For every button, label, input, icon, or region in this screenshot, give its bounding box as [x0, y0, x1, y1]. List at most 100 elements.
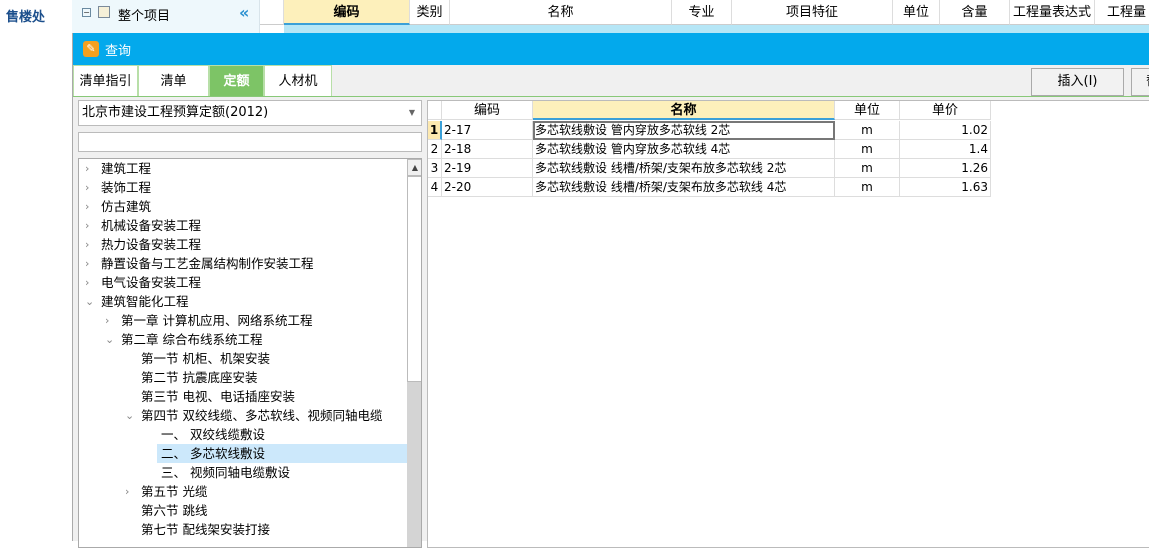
- tree-node[interactable]: ⌄ 第二章 综合布线系统工程: [79, 330, 407, 349]
- header-expression[interactable]: 工程量表达式: [1010, 0, 1095, 25]
- tree-node-label: 第一节 机柜、机架安装: [141, 351, 270, 366]
- tree-node[interactable]: › 机械设备安装工程: [79, 216, 407, 235]
- scroll-thumb[interactable]: [407, 176, 421, 382]
- cell-code[interactable]: 2-20: [442, 178, 533, 197]
- chevron-down-icon[interactable]: ⌄: [105, 330, 114, 349]
- cell-code[interactable]: 2-19: [442, 159, 533, 178]
- chevron-right-icon[interactable]: ›: [85, 273, 89, 292]
- row-number[interactable]: 1: [428, 121, 442, 140]
- header-specialty[interactable]: 专业: [672, 0, 732, 25]
- tree-node[interactable]: › 建筑工程: [79, 159, 407, 178]
- tree-node[interactable]: 第二节 抗震底座安装: [79, 368, 407, 387]
- search-input[interactable]: [78, 132, 422, 152]
- collapse-toggle[interactable]: −: [82, 8, 91, 17]
- query-dialog: ✎ 查询 清单指引 清单 定额 人材机 插入(I) 替 北京市建设工程预算定额(…: [72, 33, 1149, 548]
- tree-node-label: 第七节 配线架安装打接: [141, 522, 270, 537]
- row-num-header: [260, 0, 284, 25]
- project-root[interactable]: 整个项目: [118, 5, 170, 24]
- cell-name[interactable]: 多芯软线敷设 管内穿放多芯软线 4芯: [533, 140, 835, 159]
- cell-code[interactable]: 2-18: [442, 140, 533, 159]
- cell-name[interactable]: 多芯软线敷设 线槽/桥架/支架布放多芯软线 2芯: [533, 159, 835, 178]
- cell-unit[interactable]: m: [835, 178, 900, 197]
- tree-node-label: 仿古建筑: [101, 199, 152, 214]
- chevron-right-icon[interactable]: ›: [85, 235, 89, 254]
- tree-node-label: 第六节 跳线: [141, 503, 208, 518]
- app-logo-icon: ✎: [83, 41, 99, 57]
- tree-node[interactable]: › 第五节 光缆: [79, 482, 407, 501]
- quota-grid: 编码 名称 单位 单价 1 2-17 多芯软线敷设 管内穿放多芯软线 2芯 m 1.02 2 2-1…: [427, 100, 1149, 548]
- chevron-right-icon[interactable]: ›: [85, 197, 89, 216]
- tree-node[interactable]: › 第一章 计算机应用、网络系统工程: [79, 311, 407, 330]
- chevron-down-icon: ▼: [408, 108, 415, 117]
- tree-node[interactable]: ⌄ 第四节 双绞线缆、多芯软线、视频同轴电缆: [79, 406, 407, 425]
- tree-node[interactable]: 三、 视频同轴电缆敷设: [79, 463, 407, 482]
- divider: [73, 96, 1149, 97]
- grid-header-unit[interactable]: 单位: [835, 101, 900, 120]
- dialog-title-bar[interactable]: ✎ 查询: [73, 33, 1149, 65]
- scroll-up-icon[interactable]: ▲: [407, 159, 421, 176]
- header-type[interactable]: 类别: [410, 0, 450, 25]
- cell-price[interactable]: 1.26: [900, 159, 991, 178]
- header-content[interactable]: 含量: [940, 0, 1010, 25]
- tree-node[interactable]: › 仿古建筑: [79, 197, 407, 216]
- tree-node[interactable]: › 装饰工程: [79, 178, 407, 197]
- tree-node[interactable]: › 热力设备安装工程: [79, 235, 407, 254]
- grid-header-name[interactable]: 名称: [533, 101, 835, 120]
- cell-unit[interactable]: m: [835, 159, 900, 178]
- header-quantity[interactable]: 工程量: [1095, 0, 1149, 25]
- collapse-panel-icon[interactable]: «: [239, 3, 249, 22]
- row-number[interactable]: 4: [428, 178, 442, 197]
- dialog-title: 查询: [105, 44, 132, 59]
- tree-node-label: 第二节 抗震底座安装: [141, 370, 258, 385]
- chevron-right-icon[interactable]: ›: [85, 216, 89, 235]
- header-feature[interactable]: 项目特征: [732, 0, 893, 25]
- insert-button[interactable]: 插入(I): [1031, 68, 1124, 96]
- chevron-down-icon[interactable]: ⌄: [85, 292, 94, 311]
- replace-button[interactable]: 替: [1131, 68, 1149, 96]
- cell-price[interactable]: 1.02: [900, 121, 991, 140]
- background-selected-row: [284, 25, 1149, 33]
- tab-bill[interactable]: 清单: [138, 65, 209, 97]
- row-number[interactable]: 2: [428, 140, 442, 159]
- tree-node[interactable]: 第六节 跳线: [79, 501, 407, 520]
- chevron-right-icon[interactable]: ›: [105, 311, 109, 330]
- tree-node[interactable]: 第三节 电视、电话插座安装: [79, 387, 407, 406]
- cell-name[interactable]: 多芯软线敷设 线槽/桥架/支架布放多芯软线 4芯: [533, 178, 835, 197]
- tree-node-label: 装饰工程: [101, 180, 152, 195]
- header-name[interactable]: 名称: [450, 0, 672, 25]
- tab-bill-guide[interactable]: 清单指引: [73, 65, 138, 97]
- cell-price[interactable]: 1.63: [900, 178, 991, 197]
- tab-labor-material-machine[interactable]: 人材机: [264, 65, 332, 97]
- tree-node[interactable]: 第七节 配线架安装打接: [79, 520, 407, 539]
- chevron-down-icon[interactable]: ⌄: [125, 406, 134, 425]
- tree-node[interactable]: 二、 多芯软线敷设: [157, 444, 407, 463]
- cell-name[interactable]: 多芯软线敷设 管内穿放多芯软线 2芯: [533, 121, 835, 140]
- grid-header-price[interactable]: 单价: [900, 101, 991, 120]
- quota-library-select[interactable]: 北京市建设工程预算定额(2012) ▼: [78, 100, 422, 126]
- chevron-right-icon[interactable]: ›: [125, 482, 129, 501]
- tree-node[interactable]: ⌄ 建筑智能化工程: [79, 292, 407, 311]
- chevron-right-icon[interactable]: ›: [85, 159, 89, 178]
- header-code[interactable]: 编码: [284, 0, 410, 25]
- tree-node[interactable]: 一、 双绞线缆敷设: [79, 425, 407, 444]
- tree-node-label: 第五节 光缆: [141, 484, 208, 499]
- row-number[interactable]: 3: [428, 159, 442, 178]
- cell-price[interactable]: 1.4: [900, 140, 991, 159]
- cell-unit[interactable]: m: [835, 121, 900, 140]
- grid-header-code[interactable]: 编码: [442, 101, 533, 120]
- project-icon: [98, 6, 110, 18]
- header-unit[interactable]: 单位: [893, 0, 940, 25]
- chevron-right-icon[interactable]: ›: [85, 178, 89, 197]
- cell-code[interactable]: 2-17: [442, 121, 533, 140]
- tree-node[interactable]: › 静置设备与工艺金属结构制作安装工程: [79, 254, 407, 273]
- tree-node[interactable]: › 电气设备安装工程: [79, 273, 407, 292]
- tab-quota[interactable]: 定额: [209, 65, 264, 97]
- chevron-right-icon[interactable]: ›: [85, 254, 89, 273]
- tree-node-label: 建筑工程: [101, 161, 152, 176]
- tree-node-label: 第一章 计算机应用、网络系统工程: [121, 313, 313, 328]
- tree-scrollbar[interactable]: ▲: [407, 159, 421, 547]
- cell-unit[interactable]: m: [835, 140, 900, 159]
- tree-node[interactable]: 第一节 机柜、机架安装: [79, 349, 407, 368]
- project-tree-panel: − 整个项目 «: [72, 0, 260, 33]
- grid-corner: [428, 101, 442, 120]
